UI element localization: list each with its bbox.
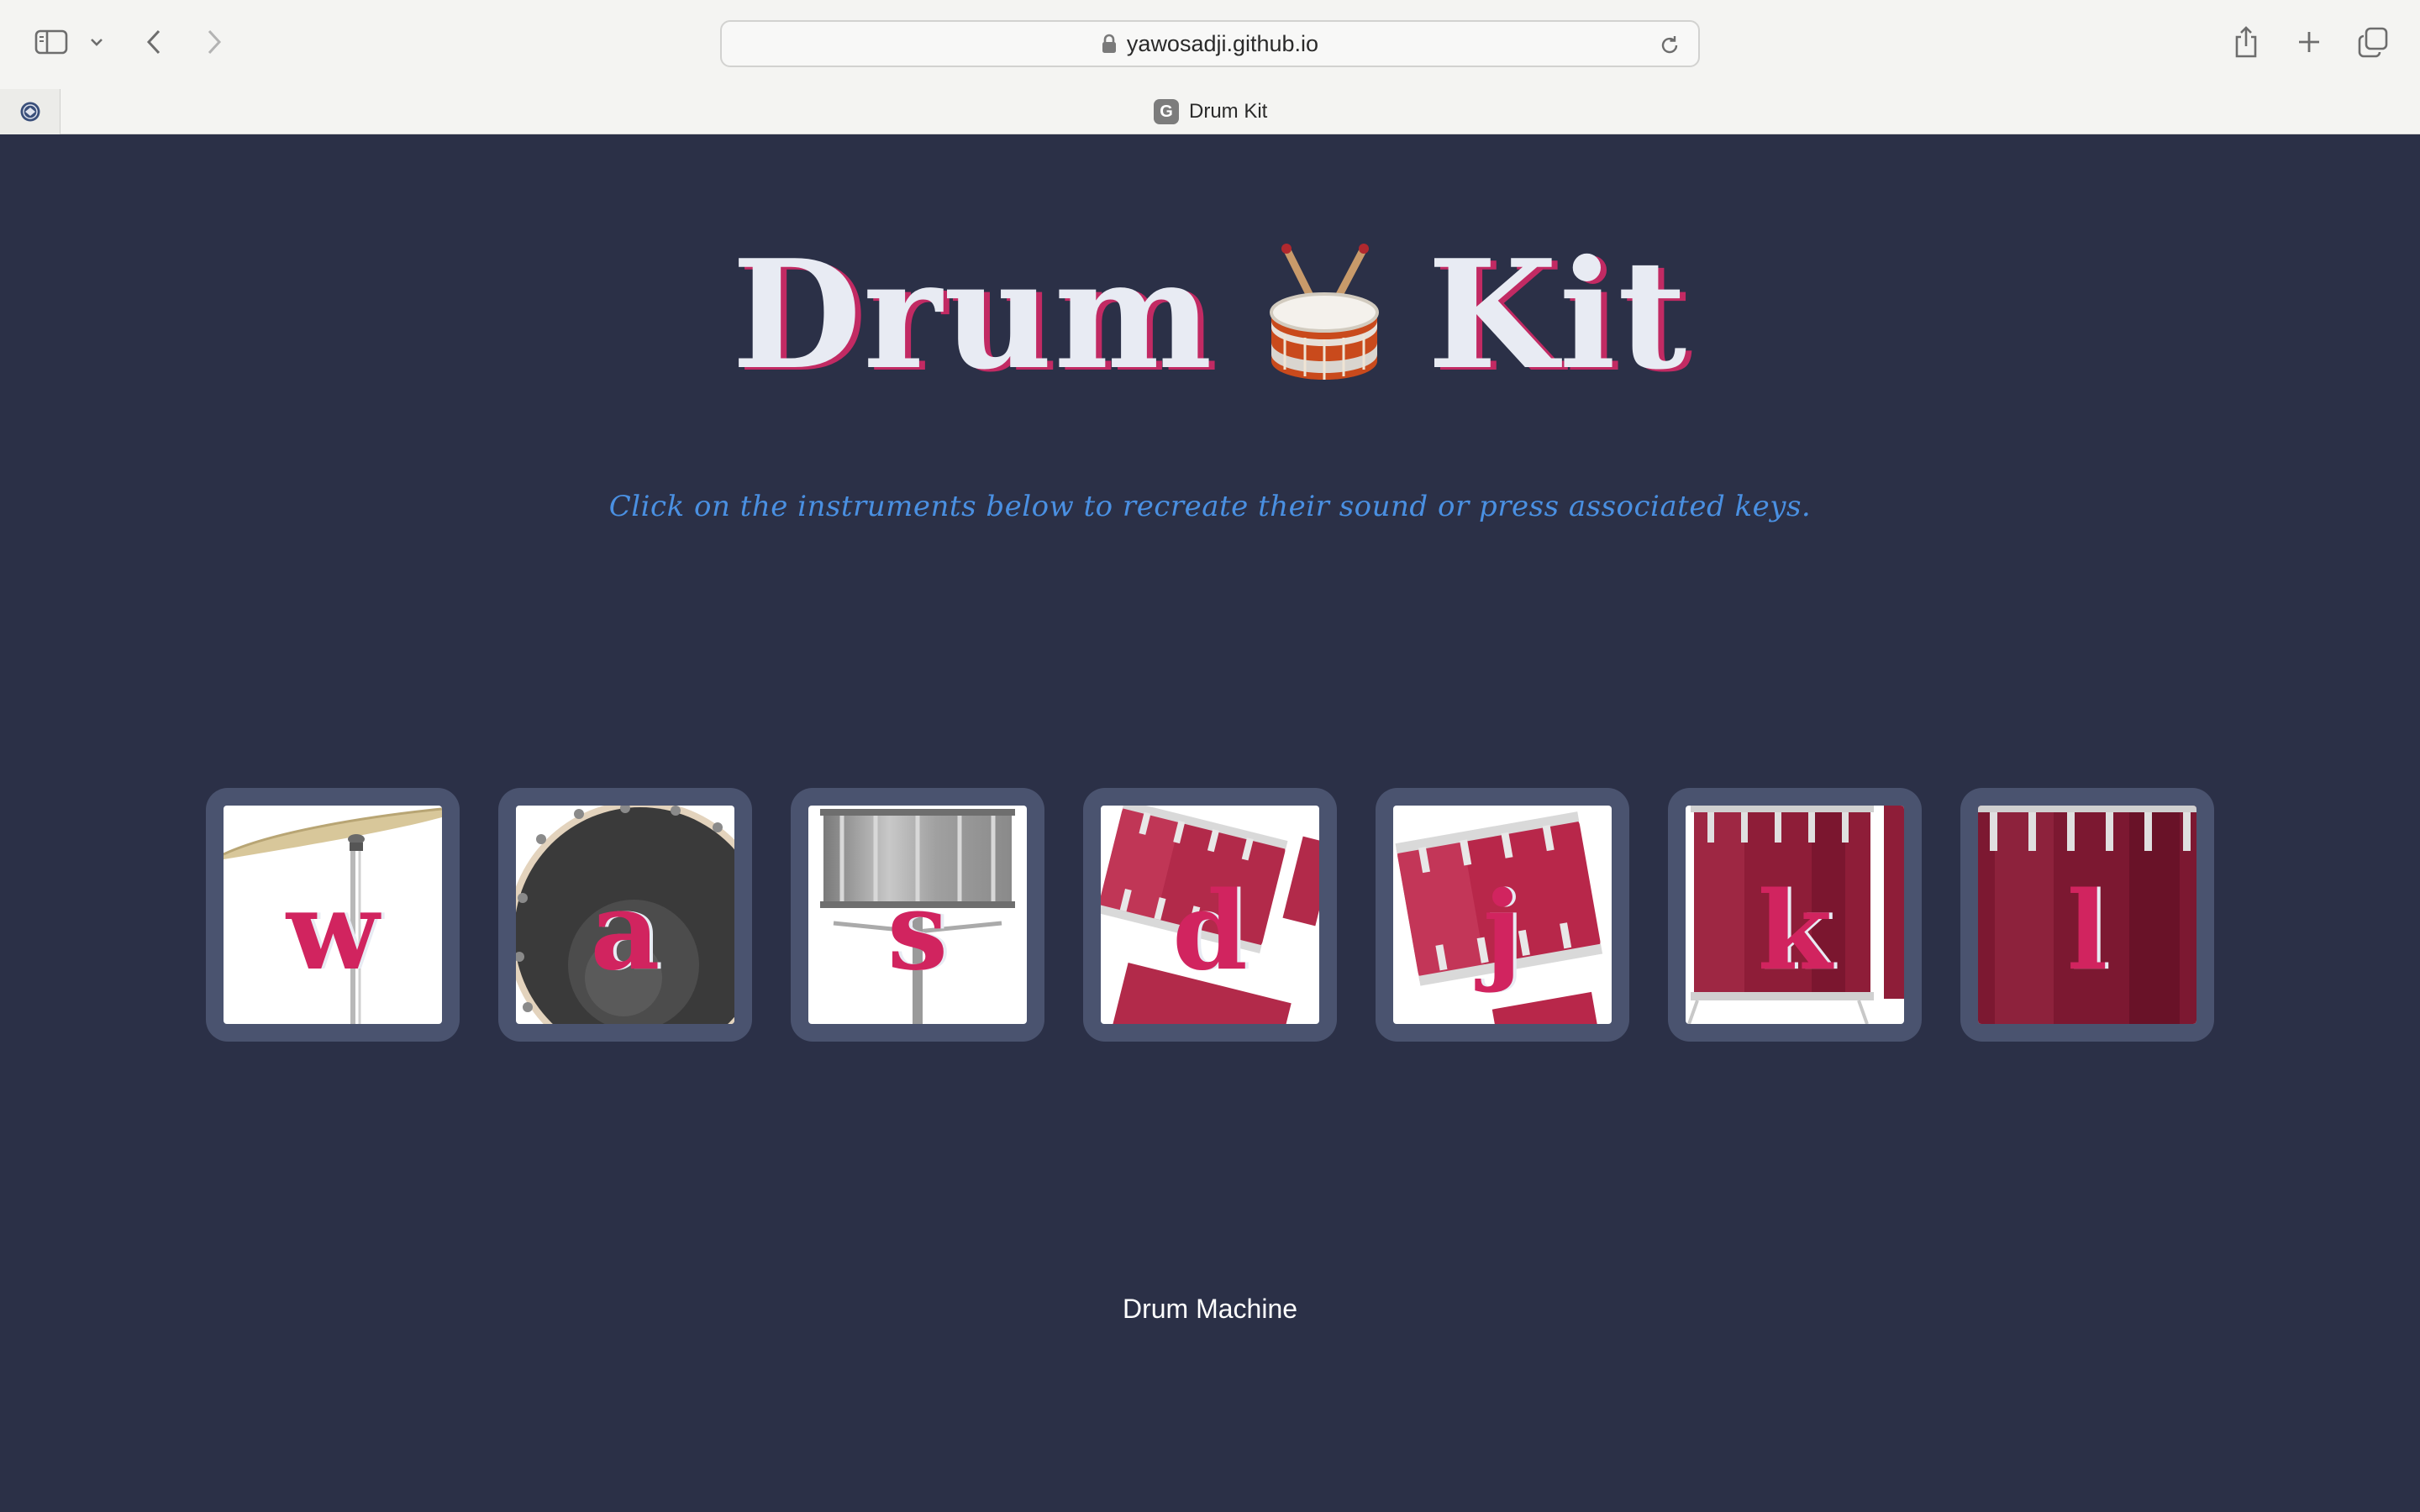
url-text: yawosadji.github.io bbox=[1126, 30, 1319, 56]
drum-key-k: k bbox=[1757, 869, 1833, 995]
lock-icon bbox=[1102, 34, 1117, 54]
tab-overview-icon[interactable] bbox=[2356, 25, 2390, 59]
tom2-image: j bbox=[1393, 806, 1612, 1024]
tom3-image: k bbox=[1686, 806, 1904, 1024]
footer-text: Drum Machine bbox=[1122, 1294, 1298, 1324]
crash-cymbal-image: w bbox=[224, 806, 442, 1024]
drum-key-s: s bbox=[886, 869, 949, 995]
sidebar-toggle-icon[interactable] bbox=[34, 27, 69, 57]
new-tab-icon[interactable] bbox=[2294, 27, 2324, 57]
drum-key-w: w bbox=[286, 869, 380, 995]
tab-drum-kit[interactable]: G Drum Kit bbox=[1154, 99, 1267, 124]
drum-key-l: l bbox=[2066, 869, 2108, 995]
instructions-text: Click on the instruments below to recrea… bbox=[608, 490, 1812, 523]
forward-icon[interactable] bbox=[202, 25, 227, 59]
drum-key-d: d bbox=[1172, 869, 1248, 995]
drum-pad-a[interactable]: a bbox=[498, 788, 752, 1042]
pinned-tab[interactable] bbox=[0, 89, 60, 134]
chevron-down-icon[interactable] bbox=[87, 32, 106, 52]
drum-pad-row: w a s d j k l bbox=[206, 788, 2214, 1042]
browser-toolbar: yawosadji.github.io bbox=[0, 0, 2420, 89]
drum-pad-l[interactable]: l bbox=[1960, 788, 2214, 1042]
drum-key-j: j bbox=[1482, 869, 1523, 995]
kick-drum-image: a bbox=[516, 806, 734, 1024]
drum-pad-d[interactable]: d bbox=[1083, 788, 1337, 1042]
drum-key-a: a bbox=[590, 869, 660, 995]
tom1-image: d bbox=[1101, 806, 1319, 1024]
drum-pad-j[interactable]: j bbox=[1376, 788, 1629, 1042]
drum-icon bbox=[1261, 243, 1387, 386]
reload-icon[interactable] bbox=[1658, 34, 1681, 61]
favicon-icon: G bbox=[1154, 99, 1179, 124]
seal-icon bbox=[20, 102, 39, 122]
title-kit-word: Kit bbox=[1427, 227, 1689, 402]
page-title: Drum Kit bbox=[0, 227, 2420, 402]
snare-drum-image: s bbox=[808, 806, 1027, 1024]
address-bar[interactable]: yawosadji.github.io bbox=[720, 20, 1700, 67]
drum-pad-s[interactable]: s bbox=[791, 788, 1044, 1042]
back-icon[interactable] bbox=[141, 25, 166, 59]
drum-pad-w[interactable]: w bbox=[206, 788, 460, 1042]
share-icon[interactable] bbox=[2232, 24, 2260, 60]
tab-title: Drum Kit bbox=[1189, 100, 1268, 123]
title-drum-word: Drum bbox=[731, 227, 1214, 402]
drum-pad-k[interactable]: k bbox=[1668, 788, 1922, 1042]
tom4-image: l bbox=[1978, 806, 2196, 1024]
